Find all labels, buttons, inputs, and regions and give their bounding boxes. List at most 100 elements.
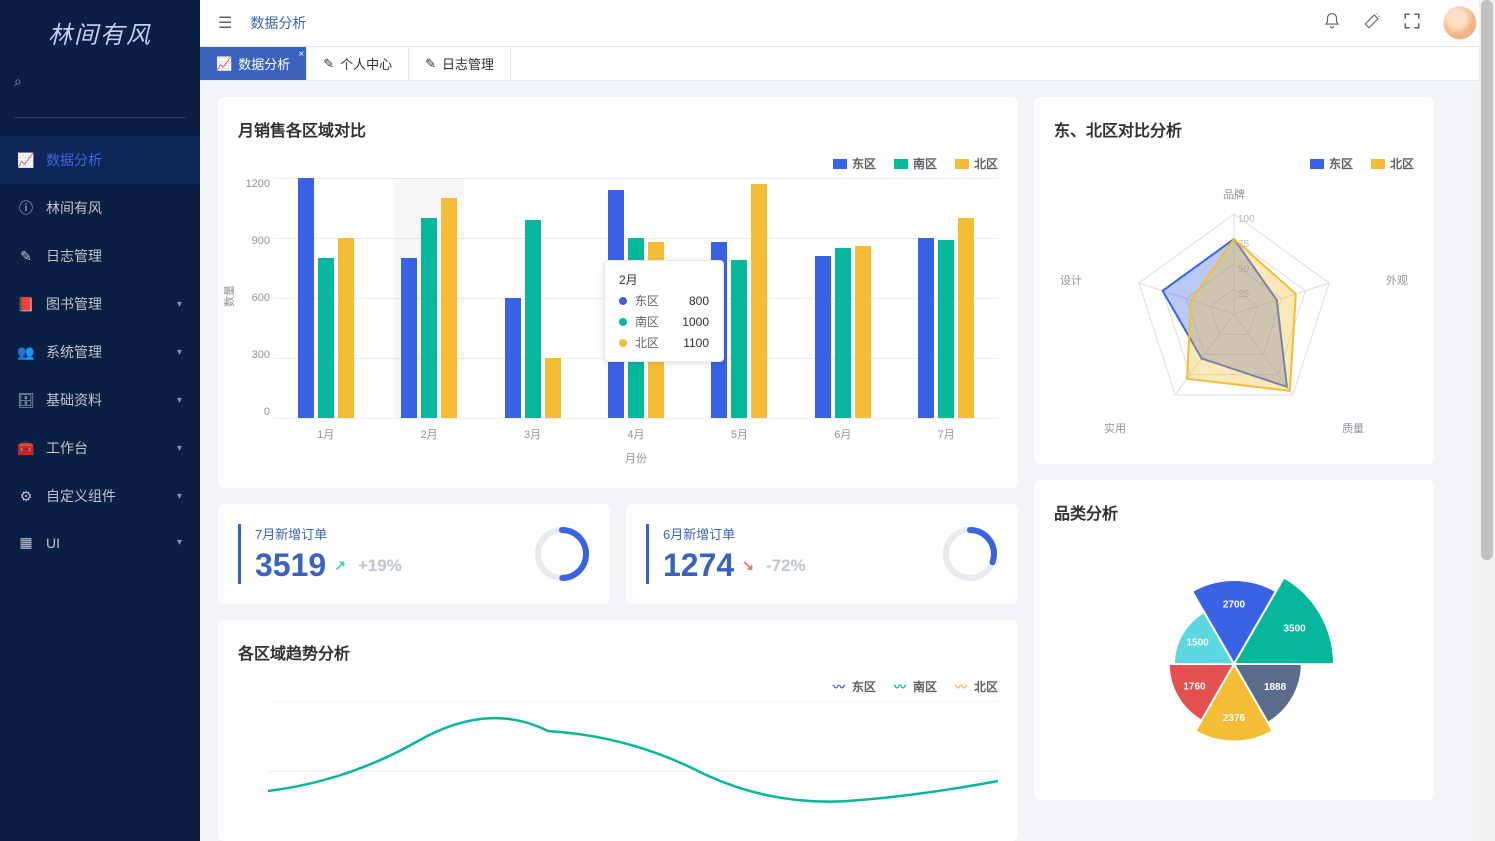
menu-icon: ▦	[18, 534, 34, 551]
bar[interactable]	[318, 258, 334, 418]
menu-icon: ⚙	[18, 488, 34, 505]
fullscreen-icon[interactable]	[1403, 12, 1421, 35]
radar-axis-label: 品牌	[1223, 186, 1245, 202]
chevron-down-icon: ▾	[177, 347, 182, 358]
legend-north[interactable]: 北区	[1371, 155, 1414, 172]
sidebar-item-2[interactable]: ✎日志管理	[0, 232, 200, 280]
menu-label: 工作台	[46, 438, 88, 458]
card-bar: 月销售各区域对比 东区 南区 北区 数量 12009006003000 1月2月…	[218, 97, 1018, 488]
radar-chart[interactable]: 255075100 品牌 外观 质量 实用 设计	[1054, 184, 1414, 444]
stat-value: 3519 ↗ +19%	[255, 547, 402, 584]
chevron-down-icon: ▾	[177, 443, 182, 454]
breadcrumb: 数据分析	[250, 13, 306, 33]
menu-label: 基础资料	[46, 390, 102, 410]
sidebar-search: ⌕	[0, 65, 200, 126]
radar-axis-label: 设计	[1060, 272, 1082, 288]
bar-chart[interactable]: 数量 12009006003000 1月2月3月4月5月6月7月 月份 2月 东…	[274, 178, 998, 468]
chevron-down-icon: ▾	[177, 537, 182, 548]
radar-axis-label: 实用	[1104, 420, 1126, 436]
bar[interactable]	[815, 256, 831, 418]
legend-east[interactable]: 东区	[1310, 155, 1353, 172]
svg-text:1888: 1888	[1264, 682, 1287, 693]
rose-chart[interactable]: 270035001888237617601500	[1054, 554, 1414, 774]
menu-icon: 🧰	[18, 440, 34, 457]
scrollbar[interactable]	[1479, 0, 1495, 841]
stat-title: 6月新增订单	[663, 524, 806, 543]
bar[interactable]	[505, 298, 521, 418]
sidebar-item-5[interactable]: 🗄基础资料▾	[0, 376, 200, 424]
chevron-down-icon: ▾	[177, 299, 182, 310]
bar[interactable]	[338, 238, 354, 418]
avatar[interactable]	[1443, 6, 1477, 40]
bar[interactable]	[958, 218, 974, 418]
close-icon[interactable]: ×	[298, 49, 304, 60]
menu-label: 自定义组件	[46, 486, 116, 506]
sidebar-item-1[interactable]: ⓘ林间有风	[0, 184, 200, 232]
menu-icon: ✎	[18, 248, 34, 265]
menu-icon: 📕	[18, 296, 34, 313]
bar[interactable]	[938, 240, 954, 418]
menu-label: 林间有风	[46, 198, 102, 218]
sidebar-item-8[interactable]: ▦UI▾	[0, 520, 200, 565]
radar-axis-label: 外观	[1386, 272, 1408, 288]
stat-card-june: 6月新增订单 1274 ↘ -72% 31%	[626, 504, 1018, 604]
stat-pct: -72%	[766, 556, 806, 576]
x-ticks: 1月2月3月4月5月6月7月	[274, 426, 998, 442]
bar[interactable]	[855, 246, 871, 418]
bar[interactable]	[441, 198, 457, 418]
bar[interactable]	[545, 358, 561, 418]
card-title: 各区域趋势分析	[238, 640, 998, 664]
search-input[interactable]	[14, 90, 186, 118]
sidebar-item-4[interactable]: 👥系统管理▾	[0, 328, 200, 376]
logo: 林间有风	[0, 0, 200, 65]
tab-icon: ✎	[323, 56, 334, 72]
trend-down-icon: ↘	[742, 557, 754, 574]
legend-north[interactable]: 北区	[955, 155, 998, 172]
sidebar-item-0[interactable]: 📈数据分析	[0, 136, 200, 184]
svg-text:3500: 3500	[1283, 624, 1306, 635]
stat-pct: +19%	[358, 556, 402, 576]
tab-1[interactable]: ✎个人中心	[307, 47, 409, 80]
chart-tooltip: 2月 东区800南区1000北区1100	[604, 260, 724, 362]
legend-east[interactable]: 〰东区	[833, 678, 876, 695]
legend-north[interactable]: 〰北区	[955, 678, 998, 695]
line-chart[interactable]: 200 150	[268, 701, 998, 821]
tab-0[interactable]: 📈数据分析×	[200, 47, 307, 80]
radar-axis-label: 质量	[1342, 420, 1364, 436]
legend: 东区 南区 北区	[238, 155, 998, 172]
menu-icon: 📈	[18, 152, 34, 169]
collapse-icon[interactable]: ☰	[218, 13, 232, 33]
y-axis-label: 数量	[221, 285, 237, 307]
bell-icon[interactable]	[1323, 12, 1341, 35]
legend-south[interactable]: 南区	[894, 155, 937, 172]
legend-east[interactable]: 东区	[833, 155, 876, 172]
card-title: 品类分析	[1054, 500, 1414, 524]
legend: 东区 北区	[1054, 155, 1414, 172]
sidebar: 林间有风 ⌕ 📈数据分析ⓘ林间有风✎日志管理📕图书管理▾👥系统管理▾🗄基础资料▾…	[0, 0, 200, 841]
progress-ring: 31%	[942, 526, 998, 582]
main: ☰ 数据分析 📈数据分析×✎个人中心✎日志管理 月销售各区域对比 东区 南区	[200, 0, 1495, 841]
legend-south[interactable]: 〰南区	[894, 678, 937, 695]
bar[interactable]	[421, 218, 437, 418]
top-actions	[1323, 6, 1477, 40]
magic-icon[interactable]	[1363, 12, 1381, 35]
menu-label: 图书管理	[46, 294, 102, 314]
bar[interactable]	[835, 248, 851, 418]
sidebar-item-3[interactable]: 📕 图书管理 ▾	[0, 280, 200, 328]
bar[interactable]	[401, 258, 417, 418]
bar[interactable]	[918, 238, 934, 418]
sidebar-item-6[interactable]: 🧰 工作台 ▾	[0, 424, 200, 472]
stat-card-july: 7月新增订单 3519 ↗ +19% 50%	[218, 504, 610, 604]
sidebar-item-7[interactable]: ⚙自定义组件▾	[0, 472, 200, 520]
scroll-thumb[interactable]	[1481, 0, 1493, 560]
card-radar: 东、北区对比分析 东区 北区 255075100 品牌 外观 质量 实用 设计	[1034, 97, 1434, 464]
tab-2[interactable]: ✎日志管理	[409, 47, 511, 80]
x-axis-label: 月份	[274, 450, 998, 466]
progress-ring: 50%	[534, 526, 590, 582]
bar[interactable]	[298, 178, 314, 418]
tabs: 📈数据分析×✎个人中心✎日志管理	[200, 47, 1495, 81]
bar[interactable]	[525, 220, 541, 418]
bar[interactable]	[731, 260, 747, 418]
bar[interactable]	[751, 184, 767, 418]
svg-text:100: 100	[1238, 214, 1255, 225]
